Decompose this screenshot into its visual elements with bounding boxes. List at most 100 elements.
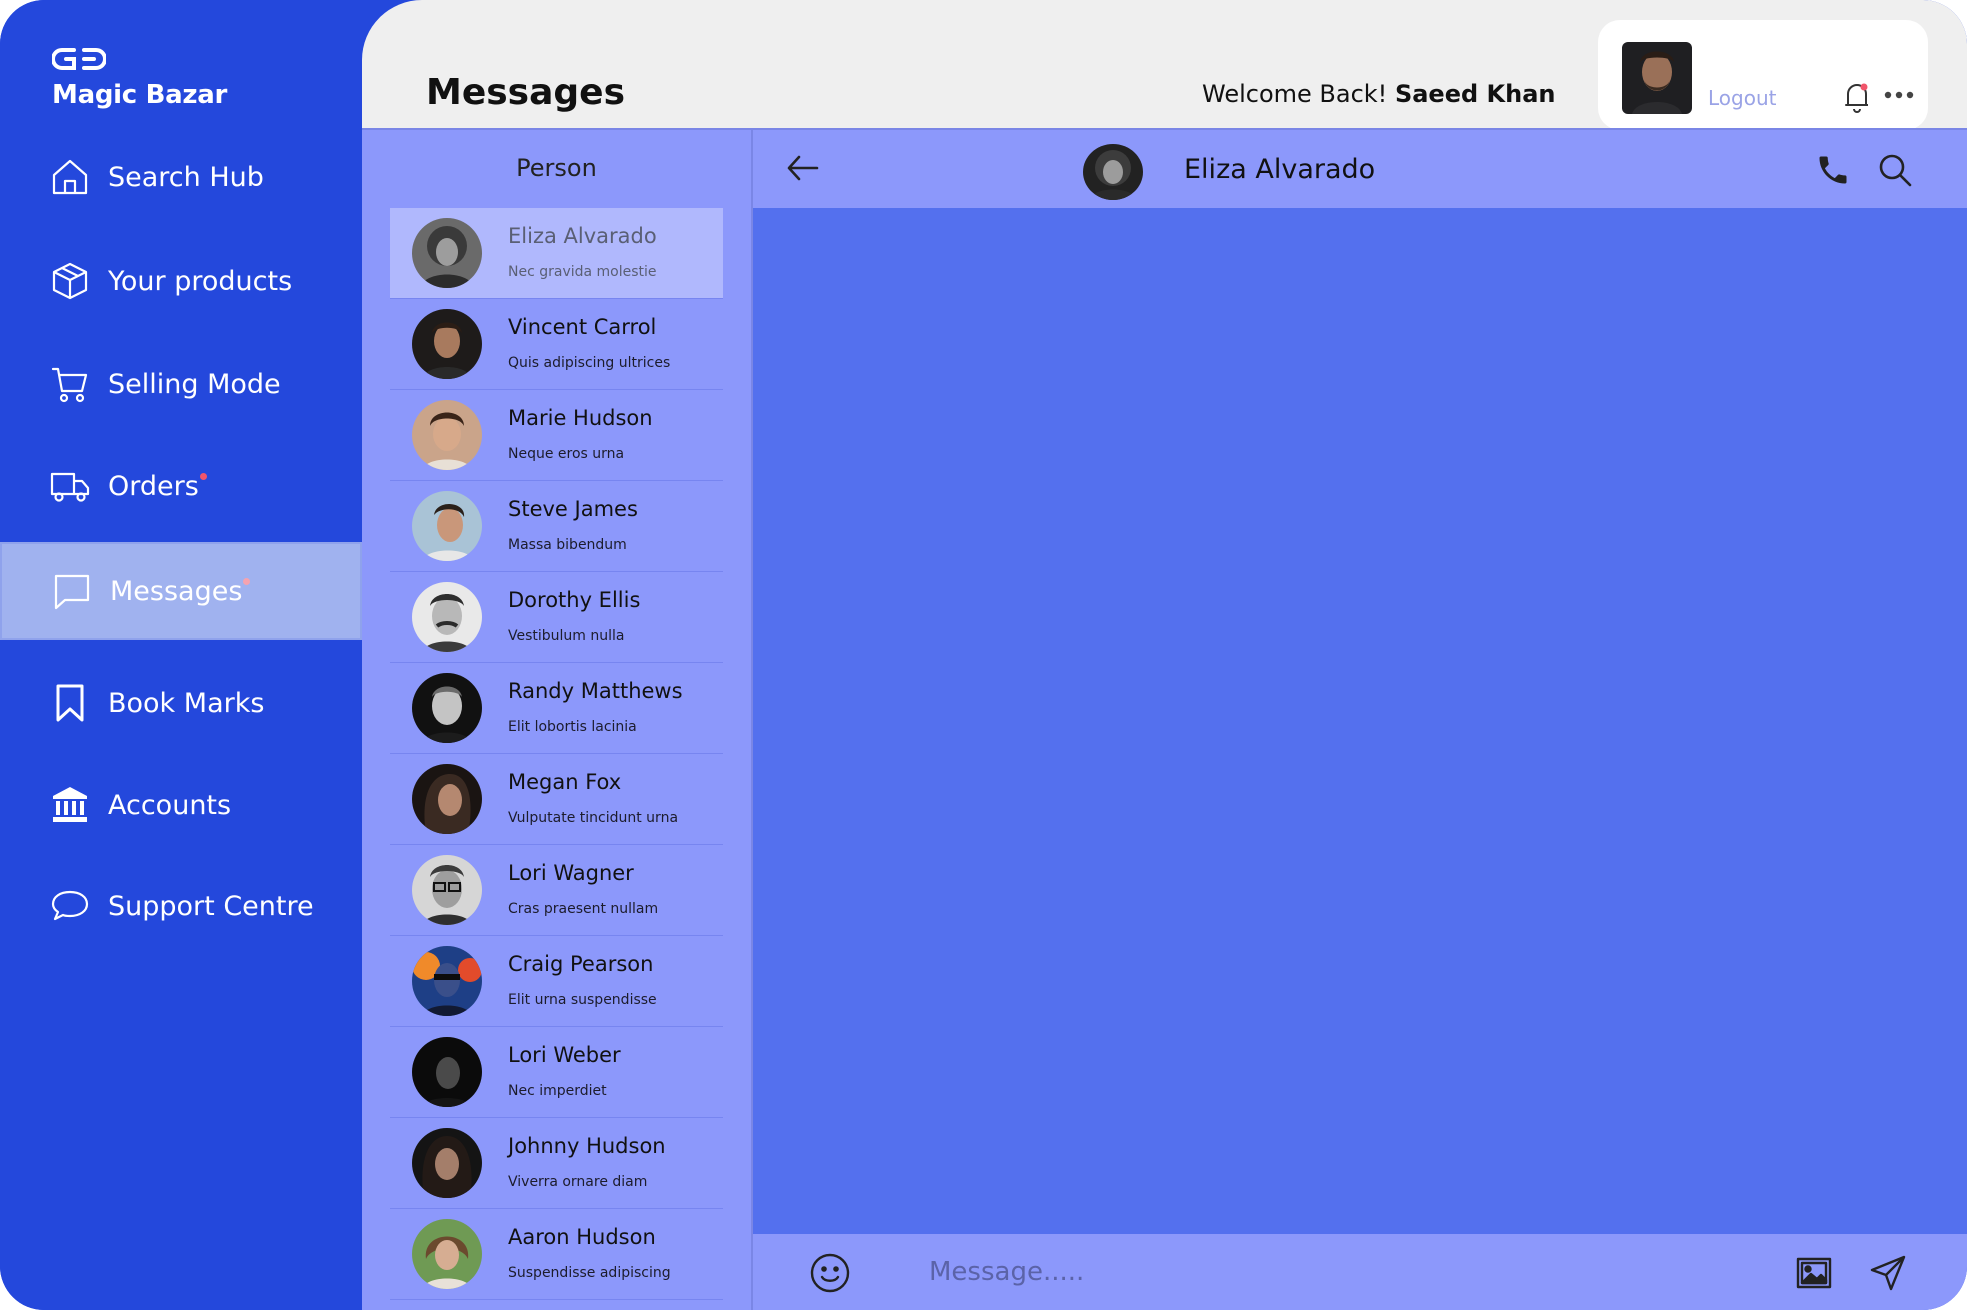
bookmark-icon: [50, 683, 90, 723]
avatar: [412, 946, 482, 1016]
chat-contact-name: Eliza Alvarado: [1184, 154, 1376, 185]
contact-last-message: Cras praesent nullam: [508, 901, 659, 917]
sidebar-item-label: Selling Mode: [108, 368, 281, 400]
contact-name: Vincent Carrol: [508, 315, 657, 339]
avatar: [412, 1219, 482, 1289]
avatar: [412, 673, 482, 743]
contact-item[interactable]: Marie Hudson Neque eros urna: [390, 390, 723, 481]
brand[interactable]: Magic Bazar: [52, 46, 227, 110]
contact-last-message: Elit urna suspendisse: [508, 992, 657, 1008]
welcome-prefix: Welcome Back!: [1202, 80, 1388, 108]
box-icon: [50, 261, 90, 301]
avatar: [412, 1037, 482, 1107]
contact-item[interactable]: Lori Weber Nec imperdiet: [390, 1027, 723, 1118]
sidebar: Magic Bazar Search Hub Your products Sel…: [0, 0, 362, 1310]
contacts-header: Person: [516, 154, 597, 182]
user-name: Saeed Khan: [1394, 80, 1556, 108]
avatar: [412, 1128, 482, 1198]
contact-name: Johnny Hudson: [508, 1134, 666, 1158]
contact-name: Craig Pearson: [508, 952, 654, 976]
orders-label-text: Orders: [108, 470, 199, 502]
contact-item[interactable]: Steve James Massa bibendum: [390, 481, 723, 572]
sidebar-item-label: Search Hub: [108, 161, 264, 193]
sidebar-item-your-products[interactable]: Your products: [0, 232, 362, 330]
brand-name: Magic Bazar: [52, 80, 227, 110]
sidebar-item-selling-mode[interactable]: Selling Mode: [0, 335, 362, 433]
avatar[interactable]: [1083, 144, 1143, 200]
contact-item[interactable]: Aaron Hudson Suspendisse adipiscing: [390, 1209, 723, 1300]
more-options-icon[interactable]: [1882, 78, 1916, 112]
chat-panel: Eliza Alvarado: [753, 128, 1967, 1310]
contact-name: Steve James: [508, 497, 638, 521]
chat-bubble-icon: [52, 571, 92, 611]
contact-name: Eliza Alvarado: [508, 224, 657, 248]
contact-item[interactable]: Dorothy Ellis Vestibulum nulla: [390, 572, 723, 663]
brand-logo-icon: [52, 48, 106, 70]
contact-name: Randy Matthews: [508, 679, 683, 703]
chat-header: Eliza Alvarado: [753, 130, 1967, 208]
notification-dot: [199, 472, 207, 480]
send-icon[interactable]: [1869, 1254, 1907, 1292]
avatar: [412, 218, 482, 288]
contact-last-message: Nec gravida molestie: [508, 264, 657, 280]
truck-icon: [50, 466, 90, 506]
notification-dot: [243, 577, 251, 585]
avatar[interactable]: [1622, 42, 1692, 114]
avatar: [412, 855, 482, 925]
app-frame: Magic Bazar Search Hub Your products Sel…: [0, 0, 1967, 1310]
speech-bubble-icon: [50, 886, 90, 926]
main-panel: Messages Welcome Back! Saeed Khan Logout…: [362, 0, 1967, 1310]
contact-last-message: Neque eros urna: [508, 446, 625, 462]
contacts-panel: Person Eliza Alvarado Nec gravida molest…: [362, 128, 753, 1310]
contact-last-message: Vestibulum nulla: [508, 628, 625, 644]
welcome-message: Welcome Back! Saeed Khan: [1202, 80, 1555, 108]
avatar: [412, 309, 482, 379]
contact-item[interactable]: Megan Fox Vulputate tincidunt urna: [390, 754, 723, 845]
contact-last-message: Elit lobortis lacinia: [508, 719, 637, 735]
avatar: [412, 400, 482, 470]
sidebar-item-orders[interactable]: Orders: [0, 437, 362, 535]
sidebar-item-book-marks[interactable]: Book Marks: [0, 654, 362, 752]
logout-link[interactable]: Logout: [1708, 86, 1776, 110]
emoji-icon[interactable]: [809, 1252, 851, 1294]
contact-item[interactable]: Eliza Alvarado Nec gravida molestie: [390, 208, 723, 299]
messages-label-text: Messages: [110, 575, 243, 607]
bell-icon[interactable]: [1842, 80, 1872, 114]
sidebar-item-label: Messages: [110, 575, 251, 607]
image-attach-icon[interactable]: [1795, 1254, 1833, 1292]
phone-icon[interactable]: [1815, 152, 1851, 188]
contact-item[interactable]: Lori Wagner Cras praesent nullam: [390, 845, 723, 936]
cart-icon: [50, 364, 90, 404]
message-input[interactable]: [929, 1250, 1729, 1294]
sidebar-item-label: Support Centre: [108, 890, 314, 922]
avatar: [412, 764, 482, 834]
bank-icon: [50, 785, 90, 825]
back-arrow-icon[interactable]: [785, 152, 821, 184]
search-icon[interactable]: [1877, 152, 1913, 188]
sidebar-item-search-hub[interactable]: Search Hub: [0, 128, 362, 226]
avatar: [412, 491, 482, 561]
contact-name: Lori Wagner: [508, 861, 634, 885]
sidebar-item-accounts[interactable]: Accounts: [0, 756, 362, 854]
contact-last-message: Vulputate tincidunt urna: [508, 810, 679, 826]
contact-item[interactable]: Johnny Hudson Viverra ornare diam: [390, 1118, 723, 1209]
contact-item[interactable]: Craig Pearson Elit urna suspendisse: [390, 936, 723, 1027]
contact-item[interactable]: Vincent Carrol Quis adipiscing ultrices: [390, 299, 723, 390]
contact-last-message: Nec imperdiet: [508, 1083, 607, 1099]
contact-name: Dorothy Ellis: [508, 588, 641, 612]
contact-name: Aaron Hudson: [508, 1225, 656, 1249]
contact-name: Marie Hudson: [508, 406, 653, 430]
sidebar-item-label: Book Marks: [108, 687, 265, 719]
sidebar-item-messages[interactable]: Messages: [0, 542, 362, 640]
message-composer: [753, 1234, 1967, 1310]
contact-name: Lori Weber: [508, 1043, 621, 1067]
page-title: Messages: [426, 72, 626, 113]
contact-last-message: Massa bibendum: [508, 537, 627, 553]
sidebar-item-support-centre[interactable]: Support Centre: [0, 857, 362, 955]
contact-last-message: Quis adipiscing ultrices: [508, 355, 671, 371]
contact-item[interactable]: Randy Matthews Elit lobortis lacinia: [390, 663, 723, 754]
home-icon: [50, 157, 90, 197]
sidebar-item-label: Orders: [108, 470, 207, 502]
contact-last-message: Viverra ornare diam: [508, 1174, 648, 1190]
sidebar-item-label: Accounts: [108, 789, 232, 821]
